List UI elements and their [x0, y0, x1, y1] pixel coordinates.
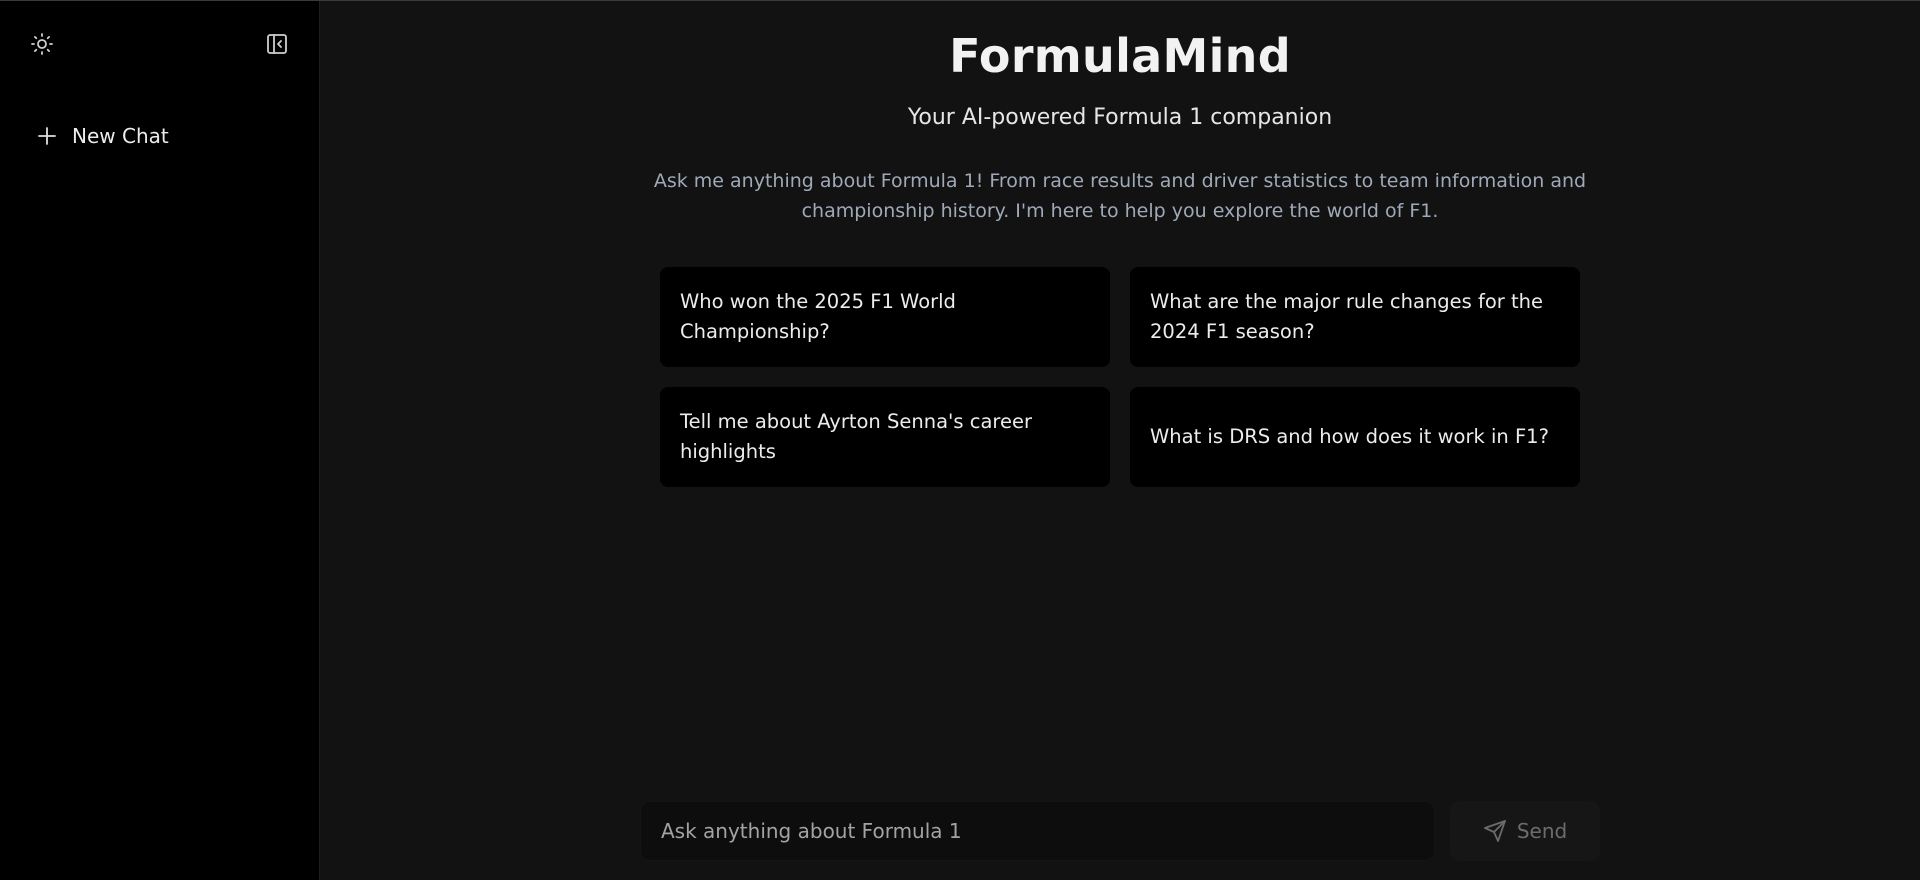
- app-title: FormulaMind: [949, 29, 1291, 83]
- sidebar: New Chat: [0, 1, 320, 880]
- send-label: Send: [1516, 819, 1568, 843]
- app-window: New Chat FormulaMind Your AI-powered For…: [0, 0, 1920, 880]
- new-chat-button[interactable]: New Chat: [36, 119, 179, 153]
- suggestion-card[interactable]: Tell me about Ayrton Senna's career high…: [660, 387, 1110, 487]
- app-subtitle: Your AI-powered Formula 1 companion: [907, 105, 1333, 130]
- message-input-container: [640, 801, 1435, 861]
- suggestion-card[interactable]: What are the major rule changes for the …: [1130, 267, 1580, 367]
- suggestion-text: Tell me about Ayrton Senna's career high…: [680, 410, 1033, 463]
- chat-main: FormulaMind Your AI-powered Formula 1 co…: [320, 1, 1920, 880]
- suggestion-text: Who won the 2025 F1 World Championship?: [680, 290, 956, 343]
- new-chat-label: New Chat: [72, 124, 169, 148]
- theme-toggle-button[interactable]: [27, 29, 57, 59]
- sun-icon: [31, 33, 53, 55]
- plus-icon: [38, 127, 56, 145]
- message-input[interactable]: [641, 802, 1434, 860]
- sidebar-collapse-icon: [267, 34, 287, 54]
- suggestion-text: What are the major rule changes for the …: [1150, 290, 1543, 343]
- suggestion-text: What is DRS and how does it work in F1?: [1150, 425, 1549, 448]
- send-button[interactable]: Send: [1450, 801, 1600, 861]
- suggestion-card[interactable]: What is DRS and how does it work in F1?: [1130, 387, 1580, 487]
- welcome-description: Ask me anything about Formula 1! From ra…: [653, 170, 1587, 222]
- collapse-sidebar-button[interactable]: [262, 29, 292, 59]
- send-icon: [1483, 820, 1506, 842]
- suggestion-card[interactable]: Who won the 2025 F1 World Championship?: [660, 267, 1110, 367]
